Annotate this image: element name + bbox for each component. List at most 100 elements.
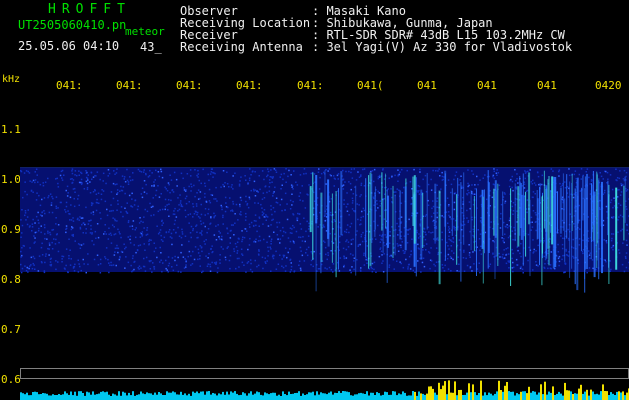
signal-level-bar: [92, 391, 94, 400]
noise-speckle: [550, 168, 553, 170]
noise-speckle: [116, 183, 118, 185]
noise-speckle: [376, 200, 378, 202]
noise-speckle: [452, 218, 455, 220]
noise-speckle: [85, 206, 87, 209]
noise-speckle: [401, 192, 404, 194]
noise-speckle: [478, 238, 481, 240]
noise-speckle: [89, 232, 92, 234]
noise-speckle: [561, 184, 563, 187]
noise-speckle: [110, 242, 113, 244]
noise-speckle: [272, 257, 275, 260]
noise-speckle: [332, 175, 335, 177]
noise-speckle: [214, 214, 217, 217]
signal-level-bar: [502, 391, 504, 400]
noise-speckle: [530, 216, 533, 219]
noise-speckle: [343, 264, 345, 267]
noise-speckle: [298, 264, 300, 266]
noise-speckle: [379, 200, 381, 202]
noise-speckle: [373, 168, 376, 171]
noise-speckle: [257, 202, 259, 204]
meteor-echo: [386, 195, 389, 248]
noise-speckle: [279, 176, 281, 178]
signal-level-bar: [492, 395, 494, 400]
noise-speckle: [55, 238, 57, 241]
signal-level-bar: [132, 391, 134, 400]
noise-speckle: [29, 225, 31, 227]
noise-speckle: [310, 172, 312, 175]
noise-speckle: [452, 258, 454, 261]
noise-speckle: [213, 262, 216, 264]
signal-level-bar: [274, 392, 276, 400]
noise-speckle: [209, 173, 212, 175]
noise-speckle: [379, 234, 381, 237]
noise-speckle: [378, 255, 381, 258]
noise-speckle: [32, 262, 34, 265]
signal-level-bar: [518, 394, 520, 400]
noise-speckle: [468, 244, 470, 246]
noise-speckle: [212, 251, 214, 253]
noise-speckle: [276, 234, 279, 236]
noise-speckle: [362, 215, 364, 218]
noise-speckle: [289, 259, 291, 261]
noise-speckle: [245, 216, 247, 218]
noise-speckle: [78, 174, 80, 176]
noise-speckle: [272, 192, 275, 195]
noise-speckle: [362, 207, 365, 210]
noise-speckle: [623, 169, 626, 172]
noise-speckle: [282, 266, 285, 269]
noise-speckle: [330, 250, 332, 252]
signal-level-bar: [60, 394, 62, 400]
noise-speckle: [40, 246, 43, 249]
noise-speckle: [210, 194, 212, 196]
noise-speckle: [448, 235, 450, 237]
signal-level-bar: [534, 391, 536, 400]
noise-speckle: [107, 175, 109, 177]
noise-speckle: [57, 224, 60, 226]
signal-level-bar: [250, 391, 252, 400]
noise-speckle: [263, 209, 266, 211]
noise-speckle: [366, 259, 368, 261]
x-tick: 0420: [595, 79, 622, 92]
signal-level-bar: [432, 388, 434, 400]
noise-speckle: [305, 230, 307, 233]
noise-speckle: [338, 221, 341, 224]
noise-speckle: [299, 246, 302, 249]
noise-speckle: [120, 206, 123, 208]
noise-speckle: [491, 196, 494, 199]
noise-speckle: [511, 257, 513, 260]
noise-speckle: [107, 238, 110, 240]
noise-speckle: [78, 181, 81, 184]
noise-speckle: [197, 258, 199, 261]
noise-speckle: [78, 219, 80, 221]
noise-speckle: [245, 271, 247, 273]
noise-speckle: [213, 198, 215, 200]
noise-speckle: [303, 173, 305, 175]
noise-speckle: [67, 192, 69, 194]
noise-speckle: [206, 231, 208, 234]
noise-speckle: [27, 271, 29, 273]
meta-value-antenna: : 3el Yagi(V) Az 330 for Vladivostok: [312, 40, 573, 54]
noise-speckle: [113, 233, 115, 236]
signal-level-bar: [394, 391, 396, 400]
noise-speckle: [20, 236, 22, 238]
noise-speckle: [467, 189, 469, 192]
noise-speckle: [437, 170, 439, 172]
noise-speckle: [561, 258, 563, 261]
noise-speckle: [564, 271, 566, 273]
noise-speckle: [43, 224, 46, 226]
noise-speckle: [330, 174, 332, 177]
noise-speckle: [134, 229, 136, 231]
noise-speckle: [558, 169, 561, 171]
noise-speckle: [508, 219, 511, 222]
noise-speckle: [622, 242, 624, 244]
noise-speckle: [200, 246, 203, 248]
noise-speckle: [110, 191, 113, 193]
noise-speckle: [169, 191, 171, 194]
signal-level-bar: [118, 391, 120, 400]
noise-speckle: [82, 258, 84, 261]
noise-speckle: [436, 197, 439, 199]
noise-speckle: [342, 184, 345, 186]
noise-speckle: [65, 225, 68, 227]
noise-speckle: [230, 210, 232, 212]
noise-speckle: [360, 174, 362, 176]
